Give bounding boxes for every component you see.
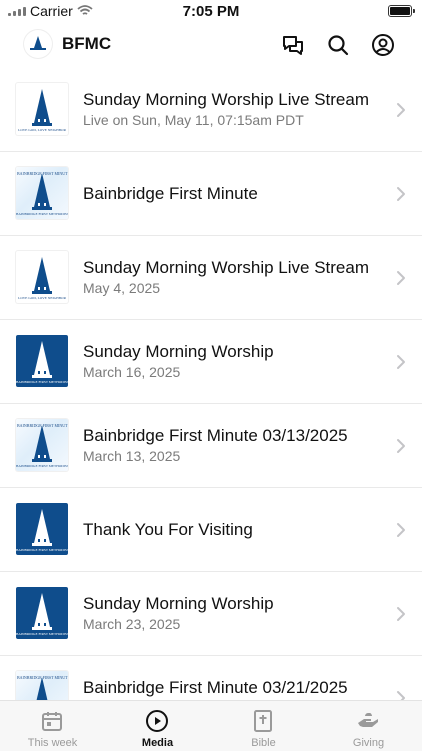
media-thumbnail: LOVE GOD, LOVE NEIGHBOR: [16, 83, 68, 135]
media-item-title: Sunday Morning Worship: [83, 342, 274, 361]
bible-icon: [254, 710, 272, 732]
thumbnail-heading: BAINBRIDGE FIRST MINUT: [17, 675, 68, 680]
tab-bible-label: Bible: [251, 737, 276, 749]
media-item-text: Bainbridge First Minute 03/13/2025 March …: [83, 404, 376, 487]
chevron-right-icon: [397, 607, 405, 621]
tab-this-week-label: This week: [27, 737, 78, 749]
chevron-right-icon: [397, 103, 405, 117]
media-item-title: Sunday Morning Worship Live Stream: [83, 258, 369, 277]
media-item-subtitle: Live on Sun, May 11, 07:15am PDT: [83, 112, 304, 128]
steeple-icon: [30, 36, 46, 50]
media-item-text: Bainbridge First Minute 03/21/2025March …: [83, 656, 376, 700]
media-list-item[interactable]: BAINBRIDGE FIRST MINUT BAINBRIDGE FIRST M…: [0, 656, 422, 700]
media-item-text: Bainbridge First Minute: [83, 152, 376, 235]
media-list[interactable]: LOVE GOD, LOVE NEIGHBOR Sunday Morning Wo…: [0, 68, 422, 700]
battery-icon: [388, 5, 415, 17]
profile-button[interactable]: [370, 32, 396, 58]
tab-bible[interactable]: Bible: [211, 701, 316, 751]
tab-bar: This week Media Bible Giving: [0, 700, 422, 751]
status-bar: Carrier 7:05 PM: [0, 0, 422, 24]
media-item-subtitle: March 23, 2025: [83, 616, 181, 632]
media-list-item[interactable]: LOVE GOD, LOVE NEIGHBOR Sunday Morning Wo…: [0, 236, 422, 320]
search-icon: [328, 35, 349, 56]
media-item-subtitle: May 4, 2025: [83, 280, 161, 296]
thumbnail-caption: LOVE GOD, LOVE NEIGHBOR: [18, 128, 66, 132]
tab-this-week[interactable]: This week: [0, 701, 105, 751]
media-item-subtitle: March 16, 2025: [83, 364, 181, 380]
media-thumbnail: BAINBRIDGE FIRST MINUTBAINBRIDGE FIRST M…: [16, 671, 68, 700]
chevron-right-icon: [397, 187, 405, 201]
app-header: BFMC: [0, 24, 422, 66]
tab-media-label: Media: [141, 737, 174, 749]
chevron-right-icon: [397, 439, 405, 453]
tab-giving-label: Giving: [352, 737, 385, 749]
media-item-title: Bainbridge First Minute: [83, 184, 258, 203]
media-thumbnail: BAINBRIDGE FIRST METHODIST: [16, 587, 68, 639]
messages-button[interactable]: [280, 32, 306, 58]
media-item-text: Sunday Morning Worship Live Stream Live o…: [83, 68, 376, 151]
media-thumbnail: BAINBRIDGE FIRST MINUT BAINBRIDGE FIRST M…: [16, 419, 68, 471]
thumbnail-caption: BAINBRIDGE FIRST METHODIST: [16, 212, 68, 216]
media-item-text: Sunday Morning Worship Live Stream May 4,…: [83, 236, 376, 319]
app-logo: [24, 30, 52, 58]
tab-media[interactable]: Media: [105, 701, 210, 751]
chevron-right-icon: [397, 355, 405, 369]
media-item-subtitle: March 13, 2025: [83, 448, 181, 464]
user-circle-icon: [372, 34, 394, 56]
calendar-icon: [42, 712, 62, 731]
tab-giving[interactable]: Giving: [316, 701, 421, 751]
media-list-item[interactable]: BAINBRIDGE FIRST MINUT BAINBRIDGE FIRST M…: [0, 404, 422, 488]
media-item-title: Sunday Morning Worship Live Stream: [83, 90, 369, 109]
thumbnail-caption: BAINBRIDGE FIRST METHODIST: [16, 464, 68, 468]
media-list-item[interactable]: BAINBRIDGE FIRST MINUT BAINBRIDGE FIRST M…: [0, 152, 422, 236]
media-item-text: Sunday Morning Worship March 23, 2025: [83, 572, 376, 655]
media-list-item[interactable]: BAINBRIDGE FIRST METHODIST Sunday Morning…: [0, 320, 422, 404]
media-item-text: Sunday Morning Worship March 16, 2025: [83, 320, 376, 403]
chat-bubbles-icon: [283, 36, 303, 55]
thumbnail-caption: BAINBRIDGE FIRST METHODIST: [16, 380, 68, 384]
media-thumbnail: BAINBRIDGE FIRST METHODIST: [16, 503, 68, 555]
giving-hand-icon: [358, 713, 378, 727]
media-list-item[interactable]: BAINBRIDGE FIRST METHODIST Thank You For …: [0, 488, 422, 572]
media-item-title: Bainbridge First Minute 03/21/2025: [83, 678, 348, 697]
play-circle-icon: [146, 710, 168, 732]
media-item-text: Thank You For Visiting: [83, 488, 376, 571]
media-item-title: Thank You For Visiting: [83, 520, 253, 539]
search-button[interactable]: [325, 32, 351, 58]
status-time: 7:05 PM: [182, 3, 240, 20]
media-thumbnail: LOVE GOD, LOVE NEIGHBOR: [16, 251, 68, 303]
thumbnail-heading: BAINBRIDGE FIRST MINUT: [17, 423, 68, 428]
thumbnail-caption: BAINBRIDGE FIRST METHODIST: [16, 548, 68, 552]
thumbnail-caption: LOVE GOD, LOVE NEIGHBOR: [18, 296, 66, 300]
media-item-title: Bainbridge First Minute 03/13/2025: [83, 426, 348, 445]
media-item-title: Sunday Morning Worship: [83, 594, 274, 613]
chevron-right-icon: [397, 271, 405, 285]
media-thumbnail: BAINBRIDGE FIRST MINUT BAINBRIDGE FIRST M…: [16, 167, 68, 219]
thumbnail-heading: BAINBRIDGE FIRST MINUT: [17, 171, 68, 176]
app-title: BFMC: [62, 34, 112, 53]
media-thumbnail: BAINBRIDGE FIRST METHODIST: [16, 335, 68, 387]
chevron-right-icon: [397, 523, 405, 537]
thumbnail-caption: BAINBRIDGE FIRST METHODIST: [16, 632, 68, 636]
chevron-right-icon: [397, 691, 405, 700]
media-list-item[interactable]: BAINBRIDGE FIRST METHODIST Sunday Morning…: [0, 572, 422, 656]
media-list-item[interactable]: LOVE GOD, LOVE NEIGHBOR Sunday Morning Wo…: [0, 68, 422, 152]
